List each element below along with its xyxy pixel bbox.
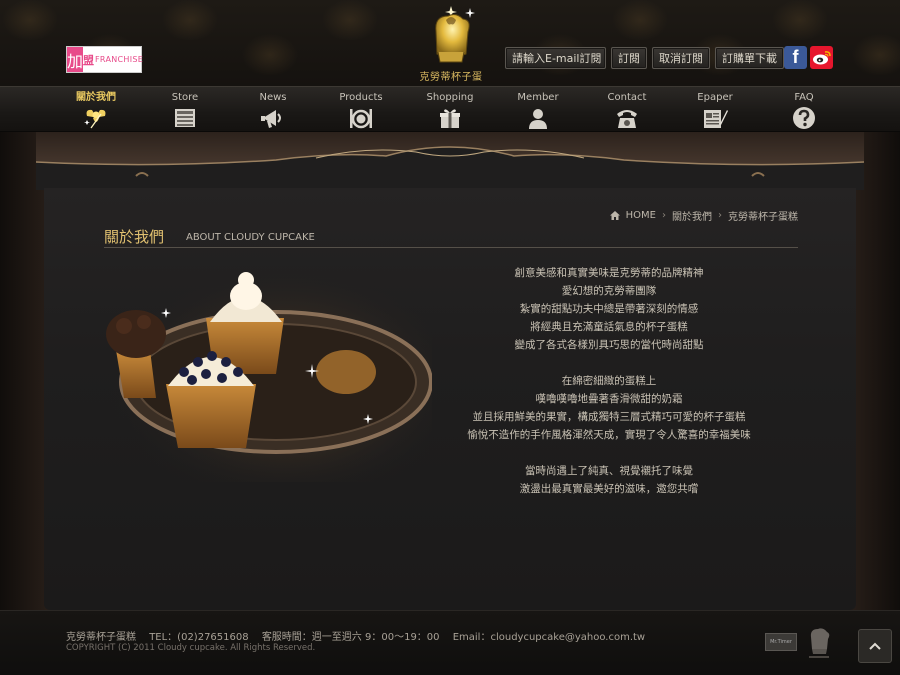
copy-paragraph: 在綿密細緻的蛋糕上 嘆嚕嘆嚕地疊著香滑微甜的奶霜 並且採用鮮美的果實，構成獨特三… <box>424 372 794 444</box>
header-actions: 請輸入E-mail訂閱 訂閱 取消訂閱 訂購單下載 <box>505 47 784 69</box>
nav-label: News <box>259 92 287 103</box>
chevron-up-icon <box>869 642 881 650</box>
site-logo[interactable]: 克勞蒂杯子蛋糕 <box>418 2 484 98</box>
copy-line: 當時尚遇上了純真、視覺襯托了味覺 <box>525 465 693 477</box>
page-title-row: 關於我們 ABOUT CLOUDY CUPCAKE <box>104 224 798 248</box>
curtain-decoration <box>36 132 864 190</box>
copy-line: 紮實的甜點功夫中總是帶著深刻的情感 <box>519 303 699 315</box>
copy-line: 愉悅不造作的手作風格渾然天成，實現了令人驚喜的幸福美味 <box>467 429 751 441</box>
footer-contact: 克勞蒂杯子蛋糕 TEL：(02)27651608 客服時間：週一至週六 9：00… <box>66 628 655 643</box>
copy-line: 將經典且充滿童話氣息的杯子蛋糕 <box>530 321 688 333</box>
nav-label: FAQ <box>794 92 814 103</box>
breadcrumb: HOME › 關於我們 › 克勞蒂杯子蛋糕 <box>609 208 798 223</box>
nav-item-member[interactable]: Member <box>498 92 578 130</box>
main-content: HOME › 關於我們 › 克勞蒂杯子蛋糕 關於我們 ABOUT CLOUDY … <box>44 188 856 610</box>
nav-label: Products <box>339 92 383 103</box>
cloudy-footer-logo-icon[interactable] <box>806 625 832 659</box>
member-icon <box>529 109 547 129</box>
nav-item-faq[interactable]: FAQ <box>764 92 844 130</box>
footer-tel: TEL：(02)27651608 <box>149 632 249 643</box>
nav-item-shopping[interactable]: Shopping <box>410 92 490 130</box>
franchise-en: FRANCHISE <box>95 55 144 64</box>
page-title: 關於我們 <box>104 228 165 246</box>
nav-label: Member <box>517 92 559 103</box>
copy-line: 並且採用鮮美的果實，構成獨特三層式精巧可愛的杯子蛋糕 <box>472 411 746 423</box>
nav-item-news[interactable]: News <box>233 92 313 130</box>
cupcake-tray-image <box>106 264 432 482</box>
copy-line: 愛幻想的克勞蒂團隊 <box>561 285 657 297</box>
home-icon <box>609 211 620 220</box>
franchise-zh-1: 加 <box>67 47 84 72</box>
breadcrumb-home[interactable]: HOME <box>626 210 656 221</box>
nav-item-epaper[interactable]: Epaper <box>675 92 755 130</box>
copy-line: 在綿密細緻的蛋糕上 <box>561 375 657 387</box>
franchise-banner[interactable]: 加 盟 FRANCHISE <box>66 46 144 73</box>
nav-item-products[interactable]: Products <box>321 92 401 130</box>
franchise-zh-2: 盟 <box>83 53 95 67</box>
footer-hours: 客服時間：週一至週六 9：00～19：00 <box>261 632 440 643</box>
breadcrumb-separator: › <box>662 210 666 221</box>
copy-line: 激盪出最真實最美好的滋味，邀您共嚐 <box>519 483 699 495</box>
site-header: 加 盟 FRANCHISE 克勞蒂杯子蛋糕 請輸入E-mail訂閱 訂閱 取消訂… <box>0 0 900 98</box>
email-subscribe-input[interactable]: 請輸入E-mail訂閱 <box>505 47 606 69</box>
cupid-icon <box>84 109 106 129</box>
store-icon <box>175 109 195 127</box>
nav-item-contact[interactable]: Contact <box>587 92 667 130</box>
question-icon <box>793 107 815 129</box>
dining-icon <box>350 109 372 129</box>
content-stage: HOME › 關於我們 › 克勞蒂杯子蛋糕 關於我們 ABOUT CLOUDY … <box>0 132 900 610</box>
nav-label: Store <box>171 92 199 103</box>
nav-label: 關於我們 <box>76 92 116 103</box>
page-subtitle: ABOUT CLOUDY CUPCAKE <box>186 232 315 243</box>
copy-line: 變成了各式各樣別具巧思的當代時尚甜點 <box>514 339 704 351</box>
footer-email[interactable]: Email：cloudycupcake@yahoo.com.tw <box>453 632 645 643</box>
subscribe-button[interactable]: 訂閱 <box>611 47 647 69</box>
cloudy-logo-icon <box>435 6 475 63</box>
facebook-icon[interactable]: f <box>784 46 807 69</box>
nav-label: Contact <box>607 92 647 103</box>
nav-label: Shopping <box>426 92 474 103</box>
site-footer: 克勞蒂杯子蛋糕 TEL：(02)27651608 客服時間：週一至週六 9：00… <box>0 610 900 675</box>
copy-paragraph: 當時尚遇上了純真、視覺襯托了味覺 激盪出最真實最美好的滋味，邀您共嚐 <box>424 462 794 498</box>
copy-paragraph: 創意美感和真實美味是克勞蒂的品牌精神 愛幻想的克勞蒂團隊 紮實的甜點功夫中總是帶… <box>424 264 794 354</box>
breadcrumb-current: 克勞蒂杯子蛋糕 <box>728 212 798 223</box>
footer-copyright: COPYRIGHT (C) 2011 Cloudy cupcake. All R… <box>66 643 316 653</box>
order-form-download-button[interactable]: 訂購單下載 <box>715 47 784 69</box>
nav-item-store[interactable]: Store <box>145 92 225 130</box>
back-to-top-button[interactable] <box>858 629 892 663</box>
megaphone-icon <box>261 110 281 128</box>
nav-item-about[interactable]: 關於我們 <box>56 92 136 130</box>
footer-company: 克勞蒂杯子蛋糕 <box>66 632 136 643</box>
weibo-icon[interactable] <box>810 46 833 69</box>
copy-line: 嘆嚕嘆嚕地疊著香滑微甜的奶霜 <box>535 393 683 405</box>
breadcrumb-about[interactable]: 關於我們 <box>672 208 712 223</box>
main-nav: 關於我們 Store News Products Shopping Member… <box>0 86 900 132</box>
partner-logo[interactable]: Mr.Timer <box>765 633 797 651</box>
nav-label: Epaper <box>697 92 733 103</box>
telephone-icon <box>617 110 637 128</box>
unsubscribe-button[interactable]: 取消訂閱 <box>652 47 710 69</box>
epaper-icon <box>704 110 728 128</box>
breadcrumb-separator: › <box>718 210 722 221</box>
gift-icon <box>440 109 460 128</box>
copy-line: 創意美感和真實美味是克勞蒂的品牌精神 <box>514 267 704 279</box>
about-copy: 創意美感和真實美味是克勞蒂的品牌精神 愛幻想的克勞蒂團隊 紮實的甜點功夫中總是帶… <box>424 264 794 516</box>
